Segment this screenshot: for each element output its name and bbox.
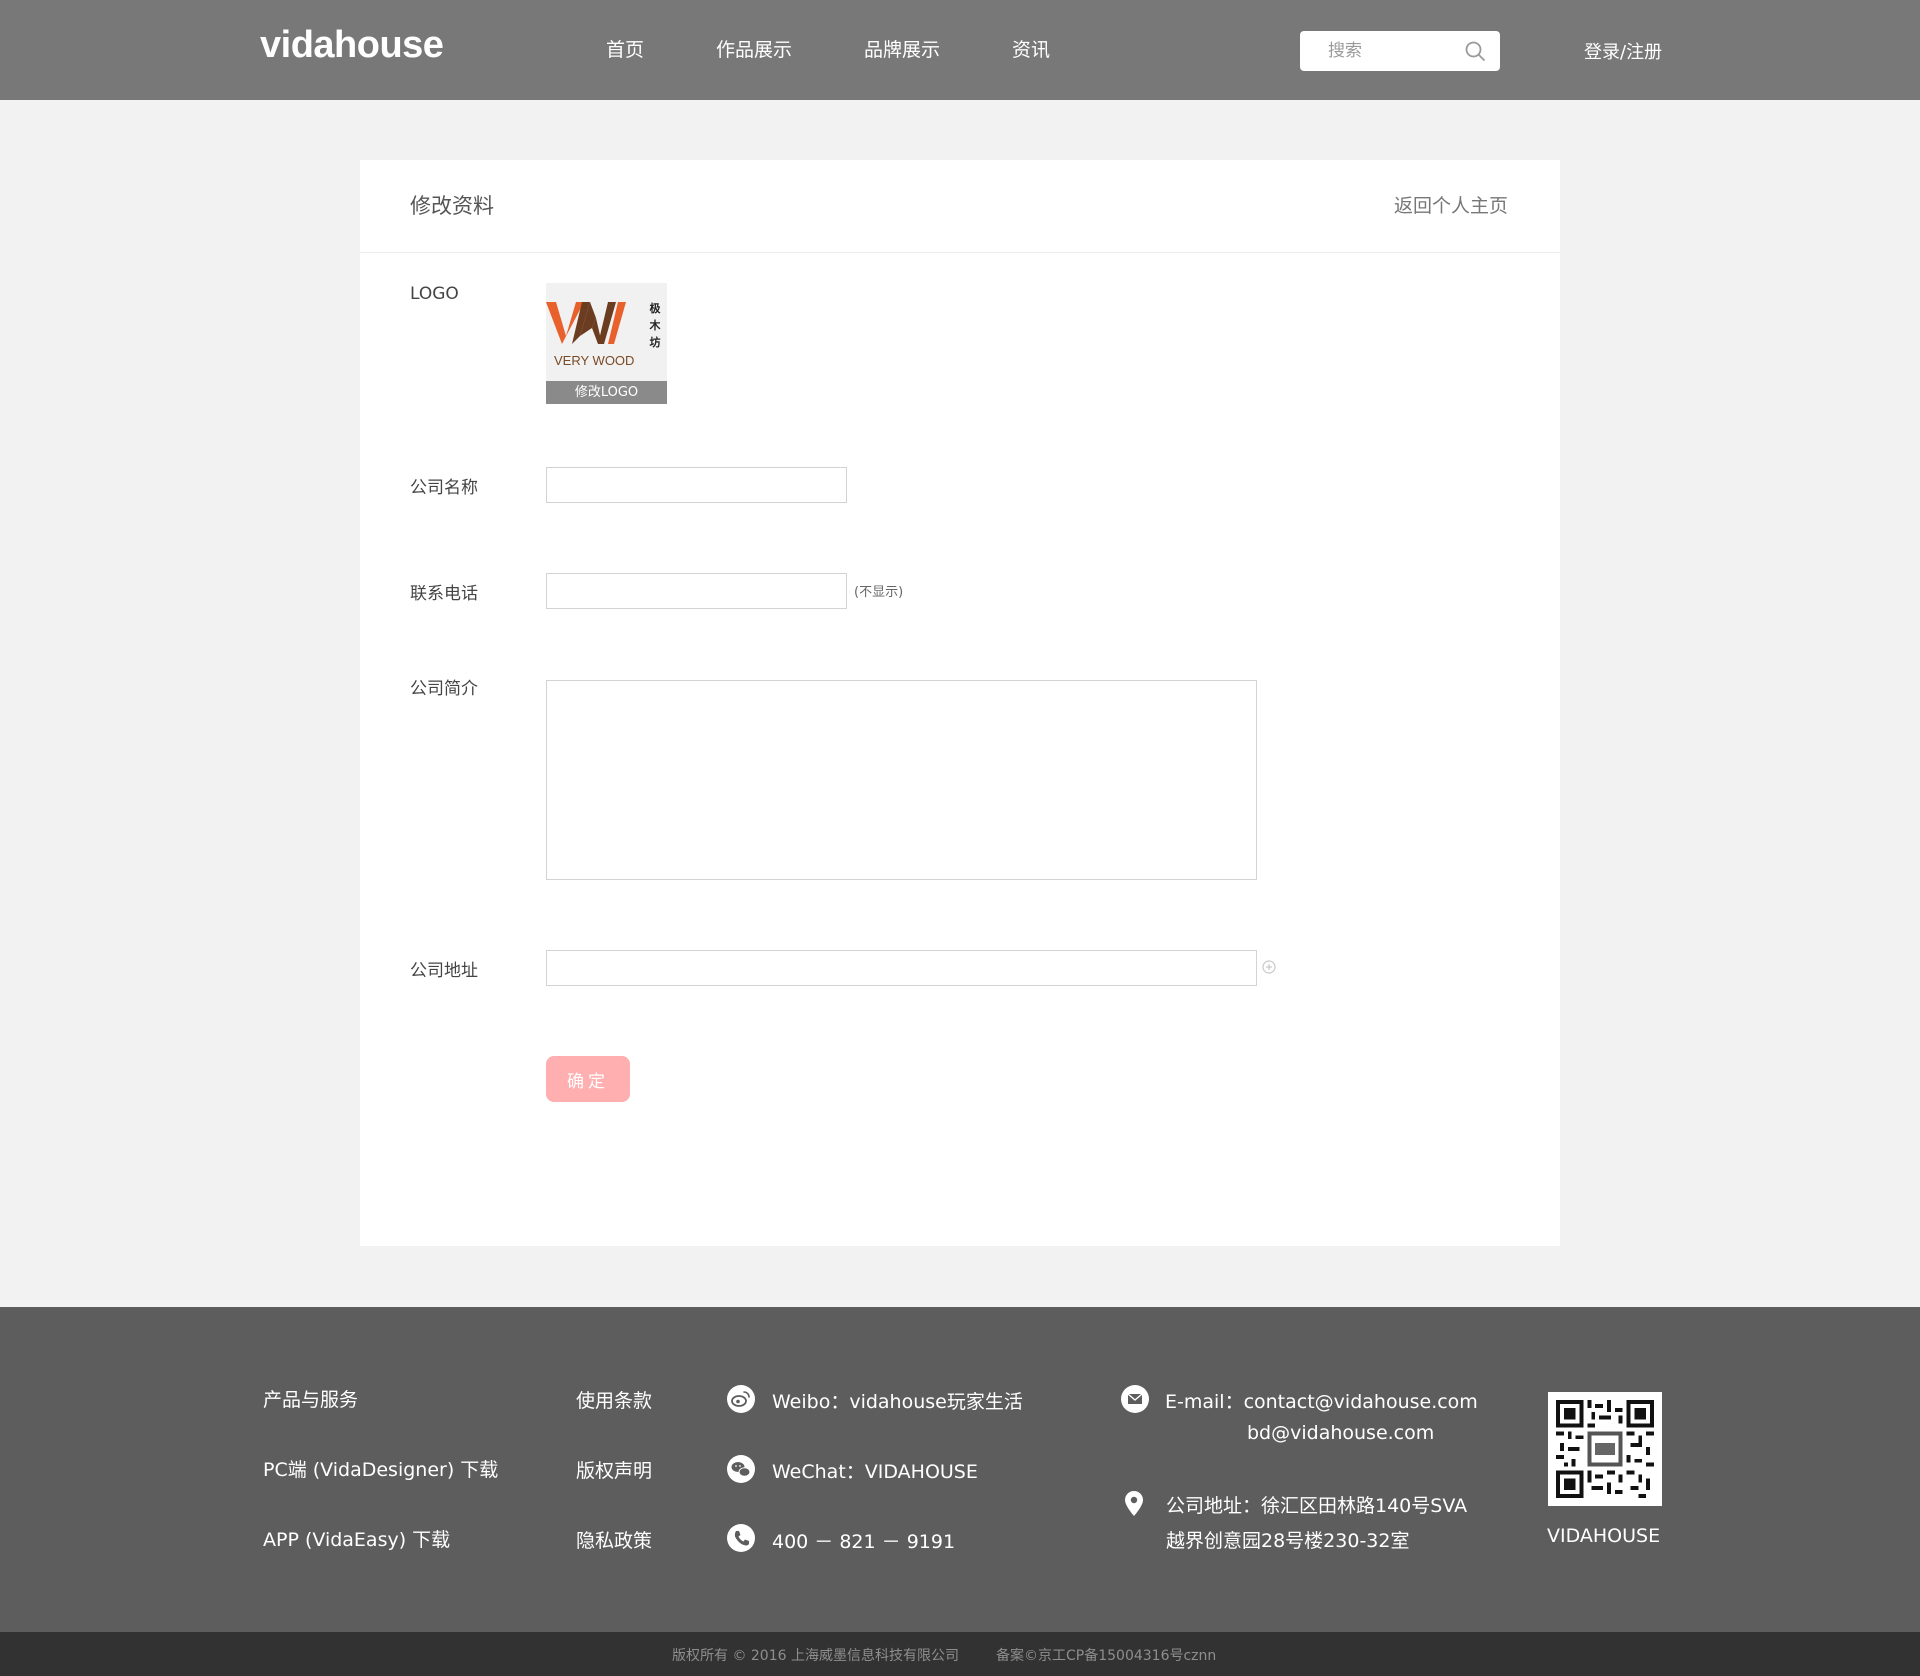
nav-brands[interactable]: 品牌展示 <box>864 0 940 100</box>
back-to-profile-link[interactable]: 返回个人主页 <box>1394 191 1508 218</box>
logo-label: LOGO <box>410 284 459 304</box>
copyright-bar: 版权所有 © 2016 上海威墨信息科技有限公司 备案©京工CP备1500431… <box>0 1632 1920 1676</box>
company-address-input[interactable] <box>546 950 1257 986</box>
footer-weibo-text: Weibo：vidahouse玩家生活 <box>772 1391 1023 1413</box>
page-title: 修改资料 <box>410 194 494 218</box>
top-nav-bar: vidahouse 首页 作品展示 品牌展示 资讯 登录/注册 <box>0 0 1920 100</box>
footer-terms-link[interactable]: 使用条款 <box>576 1386 652 1413</box>
phone-label: 联系电话 <box>410 584 478 604</box>
company-name-input[interactable] <box>546 467 847 503</box>
edit-profile-card: 修改资料 返回个人主页 LOGO VERY WOOD 极木坊 修改LOGO 公司… <box>360 160 1560 1246</box>
nav-works[interactable]: 作品展示 <box>716 0 792 100</box>
login-register-link[interactable]: 登录/注册 <box>1584 38 1662 64</box>
logo-brand-text: VERY WOOD <box>554 353 635 368</box>
confirm-button[interactable]: 确定 <box>546 1056 630 1102</box>
footer-products-link[interactable]: 产品与服务 <box>263 1385 358 1412</box>
company-address-label: 公司地址 <box>410 961 478 981</box>
logo-brand-cn-text: 极木坊 <box>649 302 661 349</box>
qr-caption: VIDAHOUSE <box>1547 1525 1661 1547</box>
very-wood-logo-mark <box>546 302 626 344</box>
footer: 产品与服务 PC端 (VidaDesigner) 下载 APP (VidaEas… <box>0 1307 1920 1632</box>
copyright-text: 版权所有 © 2016 上海威墨信息科技有限公司 <box>672 1648 959 1664</box>
search-box <box>1300 31 1500 71</box>
company-name-label: 公司名称 <box>410 478 478 498</box>
footer-wechat-text: WeChat：VIDAHOUSE <box>772 1461 978 1483</box>
search-input[interactable] <box>1300 31 1460 71</box>
email-icon <box>1121 1385 1149 1413</box>
wechat-qr-code <box>1548 1392 1662 1506</box>
brand-logo[interactable]: vidahouse <box>260 24 444 67</box>
phone-hidden-hint: (不显示) <box>854 585 904 600</box>
wechat-icon[interactable] <box>726 1454 756 1484</box>
weibo-icon[interactable] <box>726 1384 756 1414</box>
phone-icon <box>727 1524 755 1552</box>
footer-privacy-link[interactable]: 隐私政策 <box>576 1526 652 1553</box>
nav-news[interactable]: 资讯 <box>1012 0 1050 100</box>
qr-code-image <box>1556 1400 1654 1498</box>
nav-home[interactable]: 首页 <box>606 0 644 100</box>
footer-phone-text: 400 － 821 － 9191 <box>772 1531 956 1553</box>
card-header: 修改资料 返回个人主页 <box>360 160 1560 253</box>
add-address-icon[interactable] <box>1262 960 1276 974</box>
icp-record-text: 备案©京工CP备15004316号cznn <box>996 1648 1217 1664</box>
change-logo-button[interactable]: 修改LOGO <box>546 381 667 404</box>
footer-app-download-link[interactable]: APP (VidaEasy) 下载 <box>263 1525 450 1552</box>
footer-address-line2: 越界创意园28号楼230-32室 <box>1166 1530 1410 1552</box>
company-intro-textarea[interactable] <box>546 680 1257 880</box>
footer-address-line1: 公司地址：徐汇区田林路140号SVA <box>1166 1495 1468 1517</box>
company-intro-label: 公司简介 <box>410 679 478 699</box>
company-logo-image[interactable]: VERY WOOD 极木坊 修改LOGO <box>546 283 667 404</box>
phone-input[interactable] <box>546 573 847 609</box>
location-pin-icon <box>1125 1491 1143 1516</box>
footer-copyright-link[interactable]: 版权声明 <box>576 1456 652 1483</box>
footer-pc-download-link[interactable]: PC端 (VidaDesigner) 下载 <box>263 1455 498 1482</box>
main-nav: 首页 作品展示 品牌展示 资讯 <box>606 0 1122 100</box>
footer-email-text: E-mail：contact@vidahouse.com <box>1165 1391 1478 1413</box>
search-icon[interactable] <box>1464 40 1486 62</box>
footer-email-text-2: bd@vidahouse.com <box>1247 1422 1435 1444</box>
